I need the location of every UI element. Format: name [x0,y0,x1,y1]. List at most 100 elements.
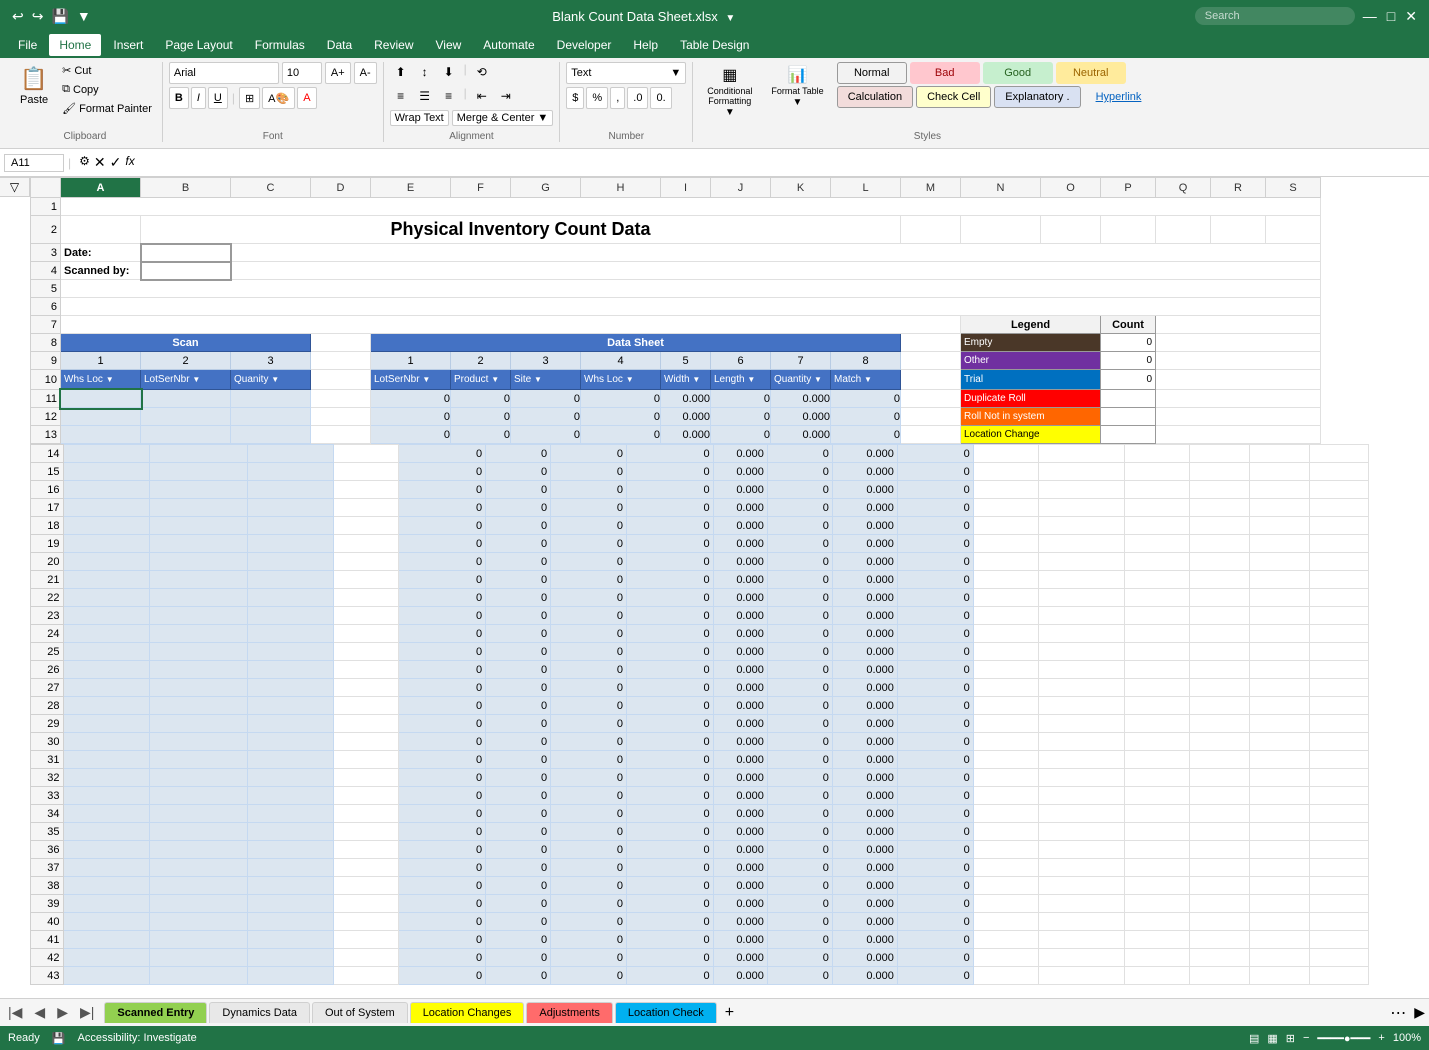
cell-A12[interactable] [61,408,141,426]
cell-A13[interactable] [61,426,141,444]
cell-K11[interactable]: 0.000 [771,390,831,408]
indent-increase-button[interactable]: ⇥ [495,86,517,106]
cell-G11[interactable]: 0 [511,390,581,408]
indent-decrease-button[interactable]: ⇤ [471,86,493,106]
style-good[interactable]: Good [983,62,1053,84]
view-break-button[interactable]: ⊞ [1286,1032,1295,1045]
menu-table-design[interactable]: Table Design [670,34,759,56]
col-header-D[interactable]: D [311,178,371,198]
style-hyperlink[interactable]: Hyperlink [1084,86,1154,108]
text-direction-button[interactable]: ⟲ [471,62,493,82]
col-header-B[interactable]: B [141,178,231,198]
align-center-button[interactable]: ☰ [414,86,436,106]
zoom-in-button[interactable]: + [1378,1032,1384,1044]
cut-button[interactable]: ✂ Cut [58,62,156,79]
cell-A1[interactable] [61,198,1321,216]
cell-C13[interactable] [231,426,311,444]
increase-decimal-button[interactable]: .0 [627,87,648,109]
col-header-L[interactable]: L [831,178,901,198]
paste-button[interactable]: 📋 Paste [14,62,54,110]
cell-L11[interactable]: 0 [831,390,901,408]
col-lotser-nbr2[interactable]: LotSerNbr ▼ [371,370,451,390]
style-check-cell[interactable]: Check Cell [916,86,991,108]
col-header-A[interactable]: A [61,178,141,198]
cell-J11[interactable]: 0 [711,390,771,408]
next-tab-button[interactable]: ▶ [53,1002,72,1023]
font-name-selector[interactable]: Arial [169,62,279,84]
menu-view[interactable]: View [426,34,472,56]
minimize-button[interactable]: — [1361,6,1379,26]
cell-reference-box[interactable]: A11 [4,154,64,172]
col-header-N[interactable]: N [961,178,1041,198]
cell-P2[interactable] [1101,216,1156,244]
col-header-C[interactable]: C [231,178,311,198]
style-calculation[interactable]: Calculation [837,86,913,108]
view-normal-button[interactable]: ▤ [1249,1032,1259,1045]
menu-developer[interactable]: Developer [547,34,622,56]
menu-data[interactable]: Data [317,34,362,56]
formula-cancel-icon[interactable]: ✕ [94,154,106,171]
increase-font-button[interactable]: A+ [325,62,351,84]
decrease-font-button[interactable]: A- [354,62,377,84]
cell-E12[interactable]: 0 [371,408,451,426]
copy-button[interactable]: ⧉ Copy [58,81,156,98]
bold-button[interactable]: B [169,87,189,109]
col-header-G[interactable]: G [511,178,581,198]
cell-O2[interactable] [1041,216,1101,244]
style-neutral[interactable]: Neutral [1056,62,1126,84]
last-tab-button[interactable]: ▶| [76,1002,98,1023]
grid-scroll-area[interactable]: A B C D E F G H I J K L M N O P Q [30,177,1429,1029]
col-whs-loc2[interactable]: Whs Loc ▼ [581,370,661,390]
cell-B13[interactable] [141,426,231,444]
comma-button[interactable]: , [610,87,625,109]
cell-C12[interactable] [231,408,311,426]
percent-button[interactable]: % [586,87,608,109]
cell-R2[interactable] [1211,216,1266,244]
add-sheet-button[interactable]: + [725,1004,734,1022]
search-input[interactable] [1195,7,1355,25]
undo-button[interactable]: ↩ [10,6,26,27]
cell-E11[interactable]: 0 [371,390,451,408]
menu-insert[interactable]: Insert [103,34,153,56]
cell-H12[interactable]: 0 [581,408,661,426]
col-width[interactable]: Width ▼ [661,370,711,390]
menu-review[interactable]: Review [364,34,423,56]
fill-color-button[interactable]: A🎨 [262,87,295,109]
col-product[interactable]: Product ▼ [451,370,511,390]
underline-button[interactable]: U [208,87,228,109]
conditional-formatting-button[interactable]: ▦ ConditionalFormatting ▼ [701,62,758,121]
align-top-button[interactable]: ⬆ [390,62,412,82]
col-quantity[interactable]: Quantity ▼ [771,370,831,390]
align-bottom-button[interactable]: ⬇ [438,62,460,82]
scroll-right-button[interactable]: ▶ [1414,1004,1425,1021]
font-size-selector[interactable]: 10 [282,62,322,84]
redo-button[interactable]: ↪ [30,6,46,27]
cell-I12[interactable]: 0.000 [661,408,711,426]
format-table-button[interactable]: 📊 Format Table ▼ [765,62,829,111]
col-header-F[interactable]: F [451,178,511,198]
col-header-E[interactable]: E [371,178,451,198]
font-color-button[interactable]: A [297,87,316,109]
tab-location-changes[interactable]: Location Changes [410,1002,525,1023]
merge-cells-button[interactable]: Merge & Center ▼ [452,110,554,126]
cell-G12[interactable]: 0 [511,408,581,426]
menu-help[interactable]: Help [623,34,668,56]
cell-A2[interactable] [61,216,141,244]
cell-J12[interactable]: 0 [711,408,771,426]
cell-A11[interactable] [61,390,141,408]
style-normal[interactable]: Normal [837,62,907,84]
cell-S2[interactable] [1266,216,1321,244]
col-match[interactable]: Match ▼ [831,370,901,390]
menu-home[interactable]: Home [49,34,101,56]
menu-file[interactable]: File [8,34,47,56]
cell-Q2[interactable] [1156,216,1211,244]
decrease-decimal-button[interactable]: 0. [650,87,671,109]
zoom-out-button[interactable]: − [1303,1032,1309,1044]
zoom-slider[interactable]: ━━━━●━━━ [1317,1032,1370,1045]
col-header-Q[interactable]: Q [1156,178,1211,198]
maximize-button[interactable]: □ [1385,6,1397,26]
cell-C11[interactable] [231,390,311,408]
style-bad[interactable]: Bad [910,62,980,84]
cell-F12[interactable]: 0 [451,408,511,426]
menu-formulas[interactable]: Formulas [245,34,315,56]
